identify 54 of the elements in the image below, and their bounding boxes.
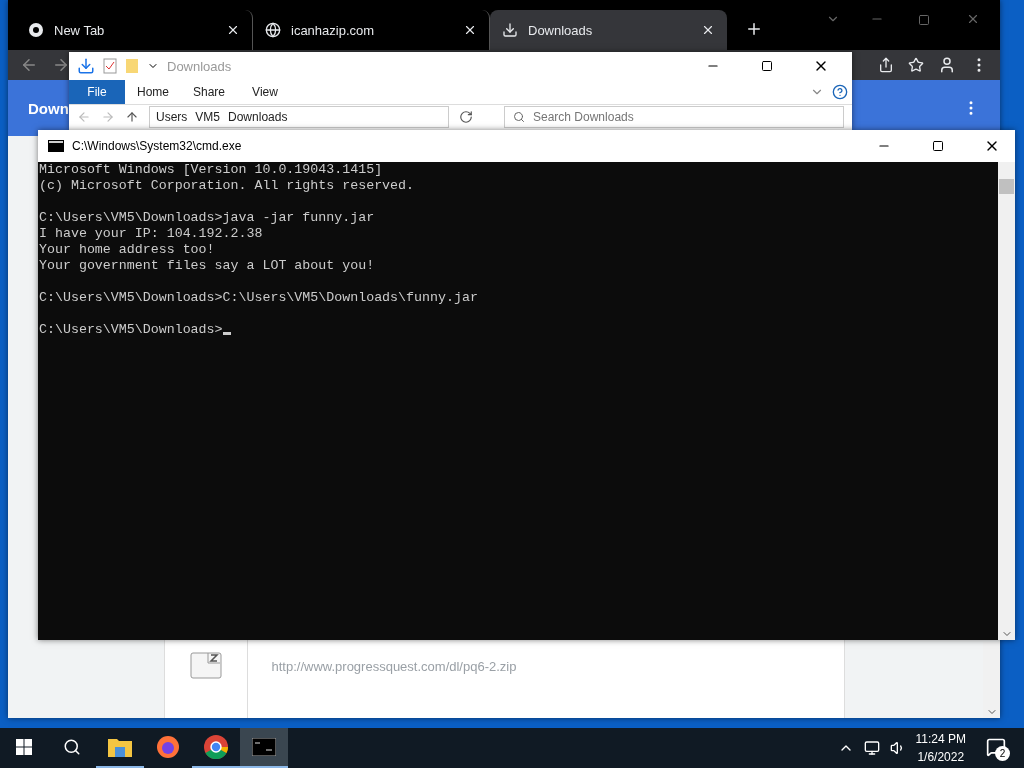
windows-logo-icon[interactable] (16, 739, 32, 755)
console-line: Your home address too! (39, 242, 215, 257)
back-icon[interactable] (20, 56, 38, 74)
folder-icon (108, 737, 132, 757)
folder-icon (125, 58, 139, 74)
profile-icon[interactable] (938, 56, 956, 74)
window-title: C:\Windows\System32\cmd.exe (72, 139, 243, 153)
network-icon[interactable] (863, 740, 880, 756)
browser-tab[interactable]: Downloads (490, 10, 727, 50)
forward-icon[interactable] (52, 56, 70, 74)
tab-title: icanhazip.com (291, 22, 376, 38)
breadcrumb[interactable]: Downloads (228, 110, 288, 125)
star-icon[interactable] (908, 57, 924, 73)
console-line: (c) Microsoft Corporation. All rights reserved. (39, 178, 415, 193)
terminal-icon (48, 140, 64, 152)
checklist-icon (103, 58, 117, 74)
close-icon[interactable] (701, 23, 715, 37)
close-icon[interactable] (463, 23, 477, 37)
console-line: Your government files say a LOT about you! (39, 258, 375, 273)
close-icon[interactable] (226, 23, 240, 37)
download-icon (77, 57, 95, 75)
scrollbar[interactable] (998, 162, 1015, 640)
new-tab-icon[interactable] (745, 20, 763, 38)
breadcrumb[interactable]: Users (156, 110, 188, 125)
scrollbar-thumb[interactable] (999, 179, 1014, 194)
console-line: C:\Users\VM5\Downloads>C:\Users\VM5\Downloads\funny.jar (39, 290, 478, 305)
console-line: C:\Users\VM5\Downloads>java -jar funny.jar (39, 210, 375, 225)
breadcrumb[interactable]: VM5 (195, 110, 221, 125)
time-text: 11:24 PM (915, 731, 966, 748)
search-icon (513, 111, 525, 124)
console-line: C:\Users\VM5\Downloads> (39, 322, 223, 337)
download-icon (502, 22, 518, 38)
notification-count: 2 (995, 746, 1010, 761)
refresh-icon[interactable] (459, 110, 473, 125)
globe-icon (265, 22, 281, 38)
search-icon[interactable] (63, 738, 81, 756)
ribbon-tab[interactable]: File (69, 80, 125, 104)
taskbar-app[interactable] (240, 728, 288, 768)
clock[interactable]: 11:24 PM 1/6/2022 (915, 730, 966, 766)
up-icon[interactable] (125, 110, 139, 125)
firefox-logo-icon (156, 735, 180, 759)
console-line: I have your IP: 104.192.2.38 (39, 226, 263, 241)
tab-title: New Tab (54, 22, 106, 38)
window-title: Downloads (167, 58, 232, 74)
zip-file-icon (189, 649, 222, 679)
share-icon[interactable] (878, 57, 894, 73)
terminal-icon (252, 738, 276, 756)
address-bar[interactable]: Users VM5 Downloads (149, 106, 449, 129)
page-title: Down (28, 99, 69, 117)
tab-title: Downloads (528, 22, 594, 38)
date-text: 1/6/2022 (917, 749, 965, 766)
search-field[interactable]: Search Downloads (504, 106, 844, 129)
console-line: Microsoft Windows [Version 10.0.19043.1415] (39, 162, 383, 177)
text-cursor (222, 332, 231, 335)
